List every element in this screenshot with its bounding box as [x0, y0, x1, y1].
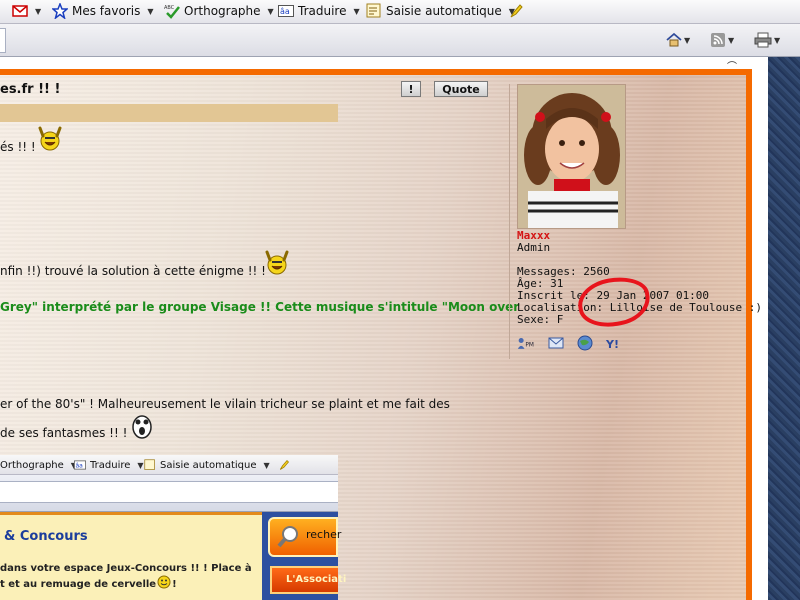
tab-edge — [0, 28, 6, 53]
spelling-button[interactable]: ABC Orthographe ▼ — [164, 0, 274, 22]
embedded-spelling-label: Orthographe — [0, 459, 64, 471]
chevron-down-icon: ▼ — [774, 35, 781, 45]
post-line-3: Grey" interprété par le groupe Visage !!… — [0, 300, 520, 314]
contact-icons: PM Y! — [517, 334, 624, 352]
translate-label: Traduire — [298, 4, 347, 18]
report-button[interactable]: ! — [401, 81, 421, 97]
embedded-autofill-label: Saisie automatique — [160, 459, 257, 471]
embedded-search-label: recher — [306, 528, 342, 541]
cheering-smiley-icon — [38, 126, 62, 151]
chevron-down-icon: ▼ — [137, 460, 144, 470]
rss-icon — [711, 33, 725, 47]
home-icon — [666, 32, 682, 47]
mail-dropdown-button[interactable]: ▼ — [12, 0, 41, 22]
embedded-association-button: L'Associati — [270, 566, 346, 594]
feeds-button[interactable]: ▼ — [710, 30, 734, 50]
chevron-down-icon: ▼ — [35, 6, 42, 16]
yahoo-icon: Y! — [605, 338, 619, 350]
shocked-smiley-icon — [132, 415, 152, 439]
email-button[interactable] — [546, 334, 566, 352]
translate-button[interactable]: âa Traduire ▼ — [278, 0, 360, 22]
email-icon — [548, 337, 564, 349]
website-button[interactable] — [575, 334, 595, 352]
translate-icon: âa — [278, 5, 294, 17]
autofill-icon — [144, 459, 155, 470]
embedded-text-2: t et au remuage de cervelle !! ! — [0, 579, 177, 590]
yahoo-button[interactable]: Y! — [604, 334, 624, 352]
embedded-association-label: L'Associati — [286, 574, 347, 585]
svg-text:Y!: Y! — [605, 338, 619, 350]
print-button[interactable]: ▼ — [754, 30, 780, 50]
command-bar: ▼ ▼ ▼ — [0, 24, 800, 57]
favorites-label: Mes favoris — [72, 4, 141, 18]
autofill-label: Saisie automatique — [386, 4, 502, 18]
chevron-down-icon: ▼ — [147, 6, 154, 16]
translate-icon: âa — [74, 460, 86, 470]
chevron-down-icon: ▼ — [684, 35, 691, 45]
autofill-button[interactable]: Saisie automatique ▼ — [366, 0, 515, 22]
post-title: es.fr !! ! — [0, 82, 61, 97]
favorites-button[interactable]: Mes favoris ▼ — [52, 0, 154, 22]
avatar — [517, 84, 626, 229]
spellcheck-icon: ABC — [164, 5, 180, 19]
embedded-autofill-button: Saisie automatique ▼ — [144, 455, 290, 475]
profile-gender: Sexe: F — [517, 313, 564, 326]
spelling-label: Orthographe — [184, 4, 261, 18]
home-button[interactable]: ▼ — [666, 30, 690, 50]
page-margin — [752, 57, 768, 600]
website-icon — [577, 335, 593, 351]
embedded-spelling-button: Orthographe ▼ — [0, 455, 77, 475]
embedded-section-title: & Concours — [4, 529, 88, 544]
star-icon — [52, 3, 68, 19]
post-divider — [509, 84, 510, 359]
post-line-5: de ses fantasmes !! ! — [0, 426, 128, 440]
smiley-icon — [157, 575, 171, 589]
chevron-down-icon: ▼ — [263, 460, 270, 470]
printer-icon — [754, 32, 772, 48]
post-line-2: nfin !!) trouvé la solution à cette énig… — [0, 264, 266, 278]
chevron-down-icon: ▼ — [728, 35, 735, 45]
magnifier-icon — [277, 526, 298, 548]
cheering-smiley-icon — [265, 250, 289, 275]
post-line-4: er of the 80's" ! Malheureusement le vil… — [0, 397, 450, 411]
quote-button[interactable]: Quote — [434, 81, 488, 97]
mail-icon — [12, 5, 28, 17]
embedded-toolbar: Orthographe ▼ âa Traduire ▼ Saisie autom… — [0, 455, 338, 475]
highlighter-icon — [510, 4, 523, 18]
post-subject-bar — [0, 104, 338, 122]
svg-text:âa: âa — [76, 462, 84, 469]
svg-text:PM: PM — [525, 342, 534, 348]
embedded-translate-label: Traduire — [90, 459, 131, 471]
embedded-command-bar — [0, 475, 338, 512]
chevron-down-icon: ▼ — [267, 6, 274, 16]
embedded-search-button: recher — [268, 517, 342, 557]
desktop-wallpaper — [768, 57, 800, 600]
highlighter-icon — [279, 459, 289, 470]
chevron-down-icon: ▼ — [353, 6, 360, 16]
profile-role: Admin — [517, 241, 551, 254]
svg-text:ABC: ABC — [164, 5, 175, 11]
embedded-text-1: dans votre espace Jeux-Concours !! ! Pla… — [0, 563, 252, 574]
autofill-icon — [366, 3, 381, 18]
highlighter-button[interactable] — [508, 0, 524, 22]
page-border-right — [746, 69, 752, 600]
pm-button[interactable]: PM — [517, 334, 537, 352]
embedded-translate-button: âa Traduire ▼ — [74, 455, 144, 475]
pm-icon: PM — [517, 338, 534, 349]
svg-text:âa: âa — [280, 7, 290, 16]
post-line-1: és !! ! — [0, 140, 36, 154]
browser-toolbar: ▼ Mes favoris ▼ ABC Orthographe ▼ âa Tra… — [0, 0, 800, 24]
